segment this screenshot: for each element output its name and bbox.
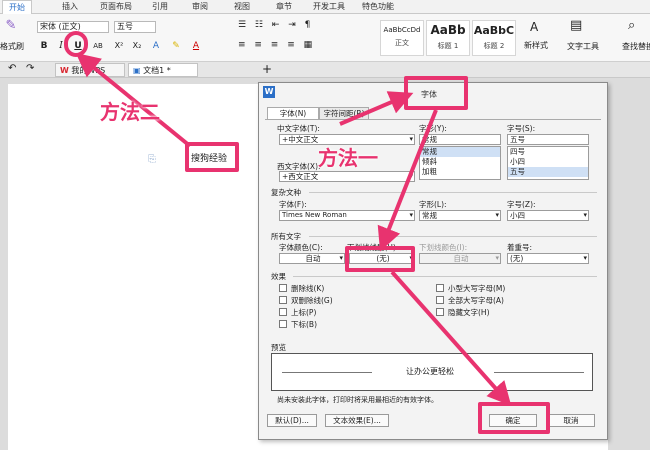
arrow-to-dialog-title: [339, 91, 414, 126]
method1-label: 方法一: [318, 146, 378, 170]
method2-label: 方法二: [100, 100, 160, 124]
arrow-to-underline-select: [377, 109, 438, 252]
arrow-to-ok-button: [390, 270, 512, 406]
annotation-arrows: [75, 52, 512, 406]
